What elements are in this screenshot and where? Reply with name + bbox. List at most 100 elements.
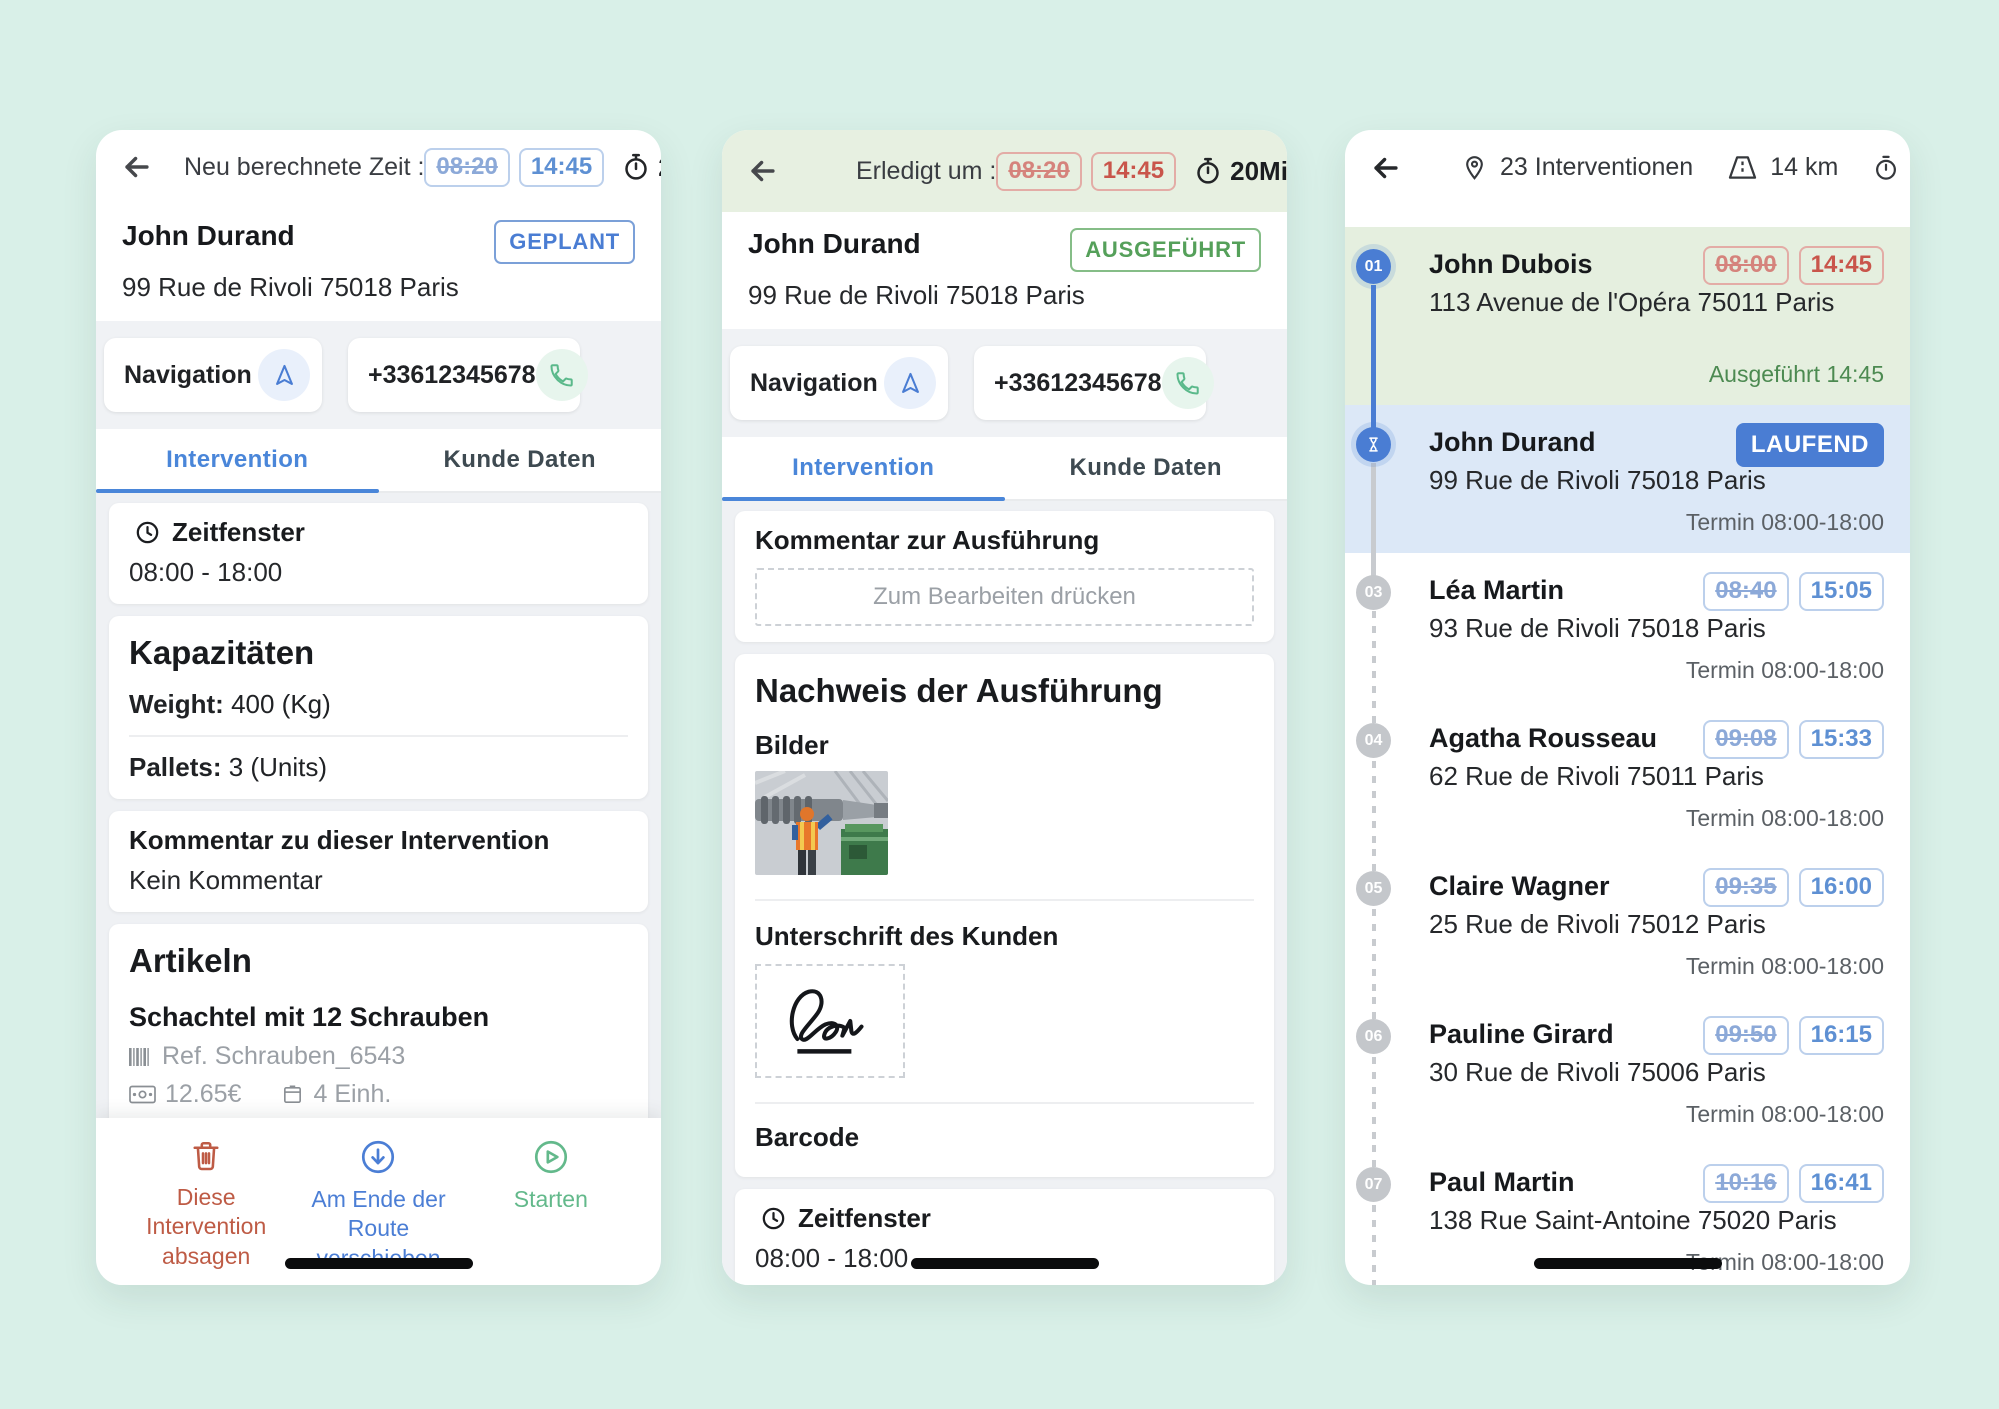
article-meta-row: 12.65€ 4 Einh. bbox=[129, 1080, 628, 1109]
back-arrow-icon bbox=[746, 154, 780, 188]
proof-photo-thumbnail[interactable] bbox=[755, 771, 888, 875]
phone-icon bbox=[536, 349, 588, 401]
images-label: Bilder bbox=[755, 730, 1254, 761]
stopwatch-icon bbox=[621, 152, 651, 182]
route-stop-list: 01 John Dubois 113 Avenue de l'Opéra 750… bbox=[1345, 205, 1910, 1285]
stop-number-badge: 06 bbox=[1356, 1019, 1391, 1054]
timeline-line bbox=[1371, 463, 1376, 553]
stop-status-note: Termin 08:00-18:00 bbox=[1686, 953, 1884, 980]
route-stop[interactable]: 05 Claire Wagner 25 Rue de Rivoli 75012 … bbox=[1345, 849, 1910, 997]
divider bbox=[755, 1102, 1254, 1104]
proof-title: Nachweis der Ausführung bbox=[755, 668, 1254, 710]
article-ref: Ref. Schrauben_6543 bbox=[162, 1042, 405, 1071]
back-button[interactable] bbox=[120, 150, 154, 184]
back-button[interactable] bbox=[746, 154, 780, 188]
pallets-label: Pallets: bbox=[129, 752, 222, 782]
location-pin-icon bbox=[1461, 154, 1488, 181]
tab-kunde-daten[interactable]: Kunde Daten bbox=[1005, 437, 1288, 499]
timeline-line bbox=[1372, 1145, 1376, 1285]
cancel-intervention-button[interactable]: Diese Intervention absagen bbox=[120, 1138, 292, 1285]
duration-group: 20Min bbox=[621, 152, 661, 183]
units-icon bbox=[281, 1083, 304, 1106]
route-stop[interactable]: 04 Agatha Rousseau 62 Rue de Rivoli 7501… bbox=[1345, 701, 1910, 849]
stop-number-badge: 05 bbox=[1356, 871, 1391, 906]
start-button[interactable]: Starten bbox=[465, 1138, 637, 1285]
route-stop[interactable]: 06 Pauline Girard 30 Rue de Rivoli 75006… bbox=[1345, 997, 1910, 1145]
worker-photo-illustration bbox=[755, 771, 888, 875]
status-badge: AUSGEFÜHRT bbox=[1070, 228, 1261, 272]
back-arrow-icon bbox=[120, 150, 154, 184]
new-time-badge: 14:45 bbox=[1799, 246, 1884, 285]
time-badges-group: 08:20 14:45 20Min bbox=[424, 148, 661, 187]
tab-kunde-daten[interactable]: Kunde Daten bbox=[379, 429, 662, 491]
tab-intervention[interactable]: Intervention bbox=[722, 437, 1005, 499]
comment-card: Kommentar zu dieser Intervention Kein Ko… bbox=[109, 811, 648, 912]
price-icon bbox=[129, 1085, 156, 1104]
quick-actions-strip: Navigation +33612345678 bbox=[96, 321, 661, 429]
time-window-title: Zeitfenster bbox=[172, 517, 305, 548]
signature-label: Unterschrift des Kunden bbox=[755, 921, 1254, 952]
call-button[interactable]: +33612345678 bbox=[974, 346, 1206, 420]
stop-number-badge: 04 bbox=[1356, 723, 1391, 758]
new-time-badge: 14:45 bbox=[1091, 152, 1176, 191]
navigation-button[interactable]: Navigation bbox=[104, 338, 322, 412]
stop-address: 93 Rue de Rivoli 75018 Paris bbox=[1429, 613, 1884, 644]
recalculated-time-label: Neu berechnete Zeit : bbox=[184, 153, 424, 182]
weight-label: Weight: bbox=[129, 689, 224, 719]
timeline-line bbox=[1371, 285, 1376, 405]
capacity-pallets: Pallets: 3 (Units) bbox=[129, 752, 628, 783]
intervention-detail-screen: Neu berechnete Zeit : 08:20 14:45 20Min … bbox=[96, 130, 661, 1285]
route-stop[interactable]: 03 Léa Martin 93 Rue de Rivoli 75018 Par… bbox=[1345, 553, 1910, 701]
route-header: 23 Interventionen 14 km 7h58 bbox=[1345, 130, 1910, 205]
home-indicator bbox=[1534, 1258, 1722, 1269]
hourglass-icon bbox=[1356, 427, 1391, 462]
call-button[interactable]: +33612345678 bbox=[348, 338, 580, 412]
stopwatch-icon bbox=[1193, 156, 1223, 186]
barcode-icon bbox=[129, 1048, 153, 1066]
time-window-card: Zeitfenster 08:00 - 18:00 bbox=[109, 503, 648, 604]
old-time-badge: 08:20 bbox=[424, 148, 509, 187]
tab-intervention[interactable]: Intervention bbox=[96, 429, 379, 491]
status-badge: GEPLANT bbox=[494, 220, 635, 264]
capacity-weight: Weight: 400 (Kg) bbox=[129, 689, 628, 720]
detail-tabs: Intervention Kunde Daten bbox=[96, 429, 661, 493]
new-time-badge: 14:45 bbox=[519, 148, 604, 187]
divider bbox=[755, 899, 1254, 901]
home-indicator bbox=[911, 1258, 1099, 1269]
old-time-badge: 08:40 bbox=[1703, 572, 1788, 611]
stop-number-badge: 03 bbox=[1356, 575, 1391, 610]
new-time-badge: 15:33 bbox=[1799, 720, 1884, 759]
stop-address: 99 Rue de Rivoli 75018 Paris bbox=[1429, 465, 1884, 496]
detail-header-executed: Erledigt um : 08:20 14:45 20Min bbox=[722, 130, 1287, 212]
stop-address: 113 Avenue de l'Opéra 75011 Paris bbox=[1429, 287, 1884, 318]
route-stop-current[interactable]: John Durand 99 Rue de Rivoli 75018 Paris… bbox=[1345, 405, 1910, 553]
customer-signature bbox=[775, 976, 885, 1066]
customer-name: John Durand bbox=[122, 220, 295, 252]
proof-card: Nachweis der Ausführung Bilder bbox=[735, 654, 1274, 1177]
arrow-down-circle-icon bbox=[359, 1138, 397, 1176]
route-stop-done[interactable]: 01 John Dubois 113 Avenue de l'Opéra 750… bbox=[1345, 227, 1910, 405]
articles-title: Artikeln bbox=[129, 938, 628, 980]
navigation-label: Navigation bbox=[124, 361, 252, 390]
comment-value: Kein Kommentar bbox=[129, 865, 628, 896]
time-window-card: Zeitfenster 08:00 - 18:00 bbox=[735, 1189, 1274, 1285]
detail-header: Neu berechnete Zeit : 08:20 14:45 20Min bbox=[96, 130, 661, 204]
home-indicator bbox=[285, 1258, 473, 1269]
stop-address: 138 Rue Saint-Antoine 75020 Paris bbox=[1429, 1205, 1884, 1236]
old-time-badge: 09:50 bbox=[1703, 1016, 1788, 1055]
cancel-intervention-label: Diese Intervention absagen bbox=[120, 1183, 292, 1271]
execution-comment-input[interactable]: Zum Bearbeiten drücken bbox=[755, 568, 1254, 626]
stop-status-note: Termin 08:00-18:00 bbox=[1686, 1101, 1884, 1128]
new-time-badge: 16:00 bbox=[1799, 868, 1884, 907]
clock-icon bbox=[134, 519, 161, 546]
old-time-badge: 09:35 bbox=[1703, 868, 1788, 907]
capacities-title: Kapazitäten bbox=[129, 630, 628, 672]
timeline-line bbox=[1371, 553, 1376, 577]
weight-value: 400 (Kg) bbox=[231, 689, 331, 719]
quick-actions-strip: Navigation +33612345678 bbox=[722, 329, 1287, 437]
timeline-line bbox=[1371, 405, 1376, 429]
old-time-badge: 08:20 bbox=[996, 152, 1081, 191]
barcode-label: Barcode bbox=[755, 1122, 1254, 1161]
navigation-button[interactable]: Navigation bbox=[730, 346, 948, 420]
back-button[interactable] bbox=[1369, 151, 1403, 185]
